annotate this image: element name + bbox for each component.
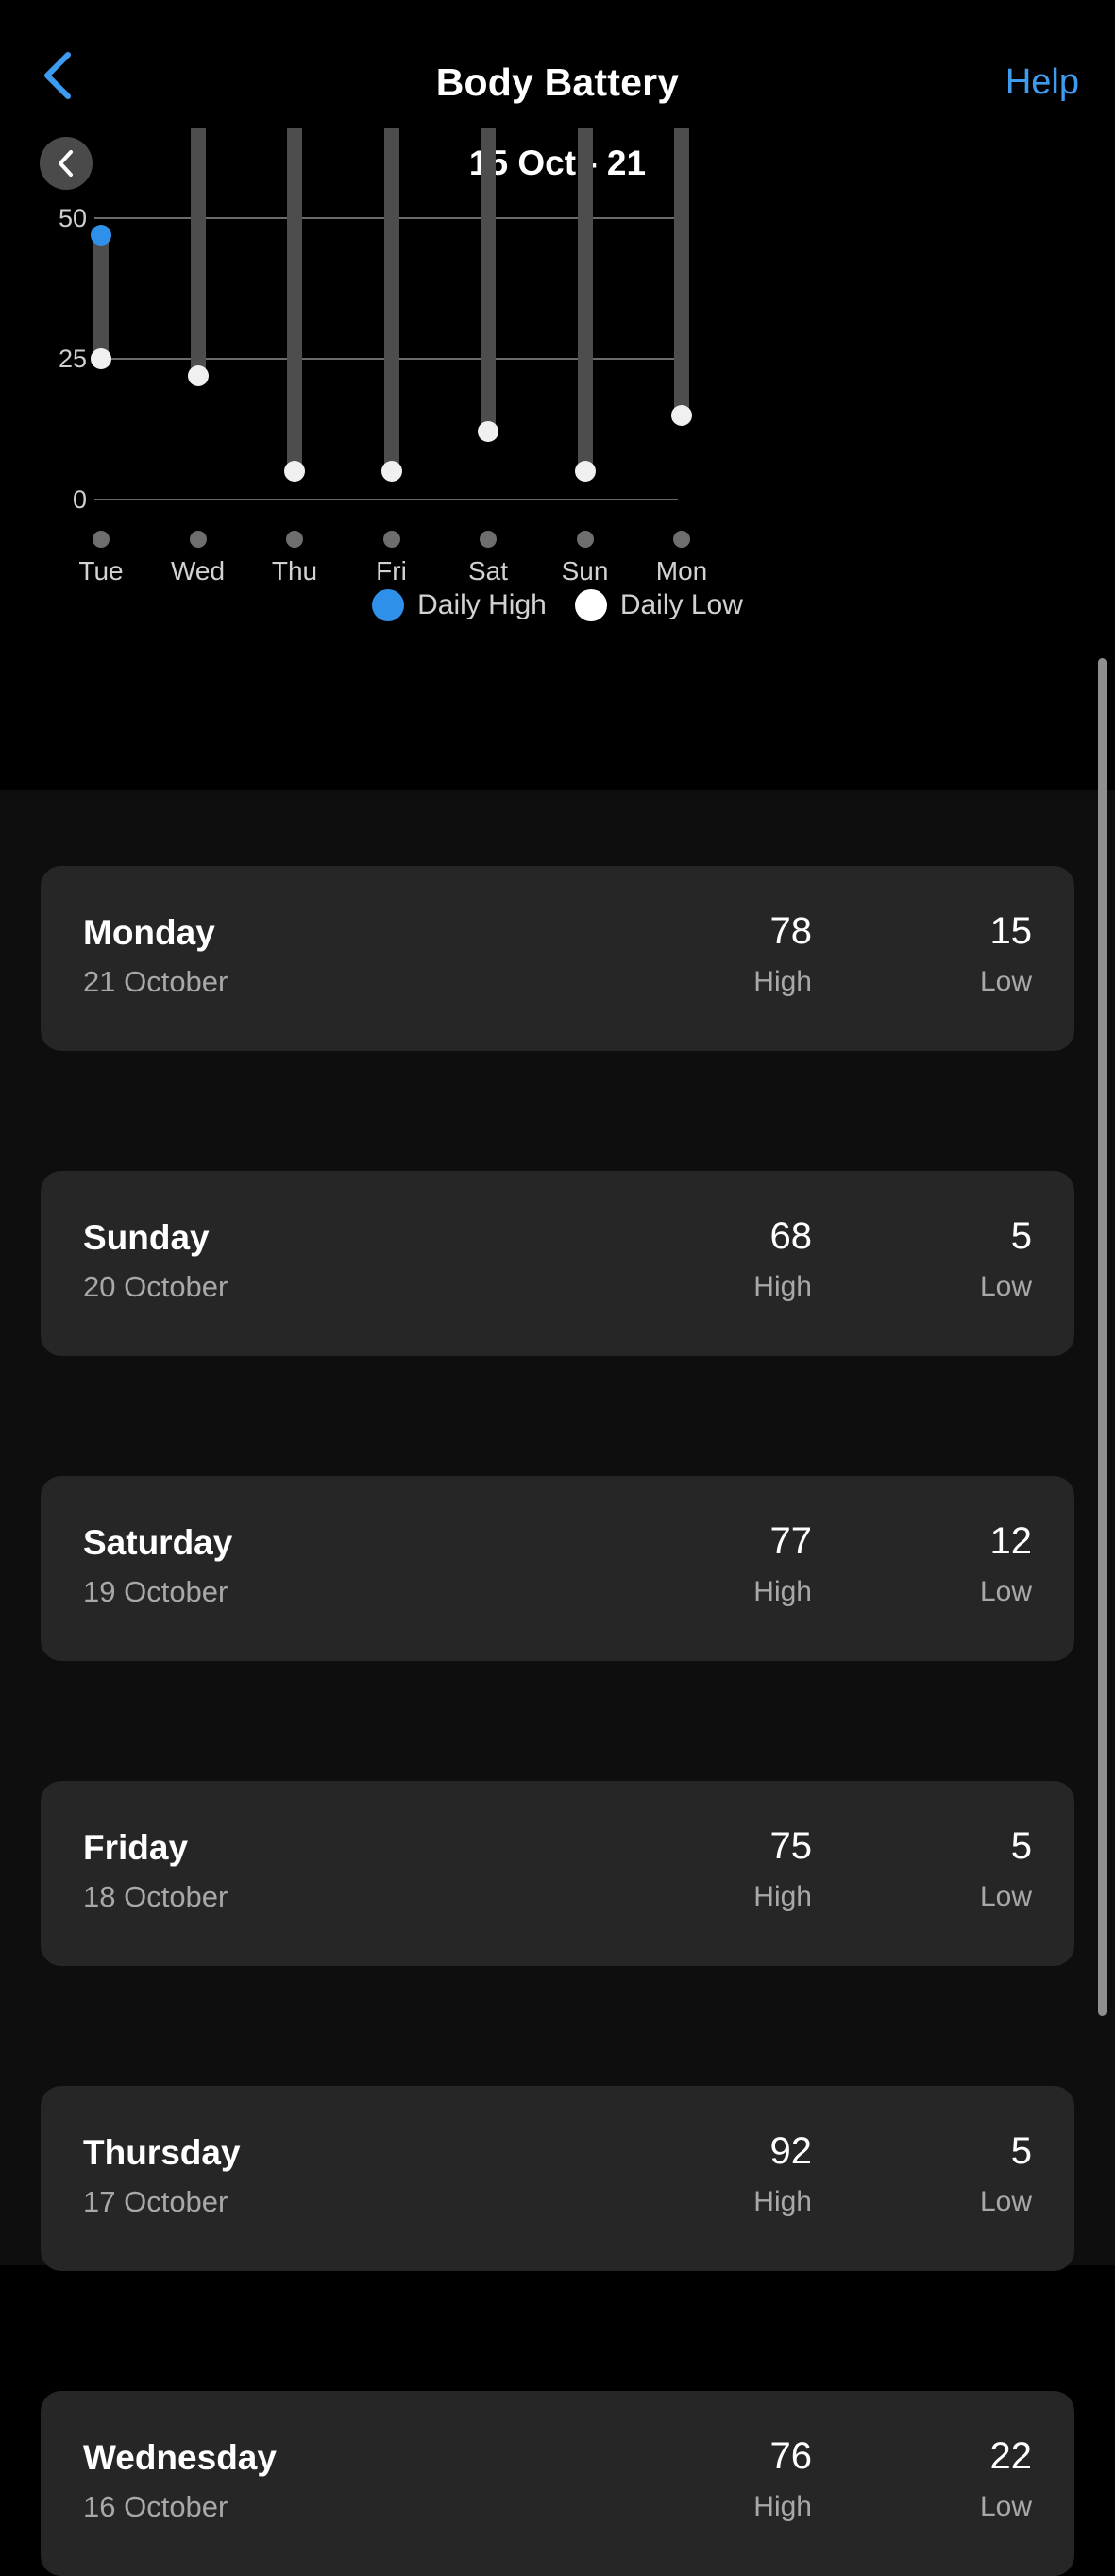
list-item-high-metric: 92 High: [623, 2128, 812, 2220]
list-item-day: Saturday: [83, 1523, 233, 1562]
page-title: Body Battery: [435, 60, 680, 104]
y-axis-tick-25: 25: [58, 345, 87, 373]
list-item-low-metric: 15 Low: [843, 908, 1032, 1000]
list-item-date: 16 October: [83, 2490, 228, 2523]
list-item-date: 19 October: [83, 1575, 228, 1608]
x-axis-dot-thu: [286, 531, 303, 548]
gridline-0: [94, 499, 678, 500]
chart-section: 15 Oct - 21 0 25 50 Tue Wed Thu Fri Sat Sun Mon …: [0, 121, 1115, 790]
list-item-high-metric: 76 High: [623, 2433, 812, 2525]
chart-bar-mon[interactable]: [674, 128, 689, 415]
list-item-high-label: High: [753, 966, 812, 997]
daily-high-swatch-icon: [372, 589, 405, 621]
daily-low-marker-wed: [187, 364, 209, 386]
list-item-low-value: 5: [1010, 1825, 1032, 1867]
list-item-high-label: High: [753, 1271, 812, 1302]
list-item-high-metric: 75 High: [623, 1823, 812, 1915]
list-item-high-value: 92: [769, 2130, 813, 2172]
list-item-low-label: Low: [979, 1576, 1032, 1607]
list-item-low-metric: 5 Low: [843, 1823, 1032, 1915]
list-item-low-label: Low: [979, 1271, 1032, 1302]
list-item[interactable]: Sunday 20 October 68 High 5 Low: [41, 1171, 1074, 1356]
list-item-date: 18 October: [83, 1880, 228, 1913]
list-item-high-metric: 77 High: [623, 1518, 812, 1610]
legend-label-daily-high: Daily High: [417, 589, 547, 620]
list-item[interactable]: Friday 18 October 75 High 5 Low: [41, 1781, 1074, 1966]
list-item[interactable]: Wednesday 16 October 76 High 22 Low: [41, 2391, 1074, 2576]
list-item-date: 20 October: [83, 1270, 228, 1303]
daily-high-marker-tue: [91, 224, 111, 246]
daily-low-marker-fri: [380, 461, 402, 483]
x-axis-label-mon: Mon: [655, 556, 708, 585]
list-item-low-metric: 12 Low: [843, 1518, 1032, 1610]
week-range-label: 15 Oct - 21: [468, 144, 647, 182]
list-item-date: 17 October: [83, 2185, 228, 2218]
list-item-day: Thursday: [83, 2133, 241, 2172]
list-item-high-metric: 68 High: [623, 1213, 812, 1305]
daily-low-marker-thu: [284, 461, 305, 483]
list-item-high-value: 78: [769, 910, 813, 952]
vertical-scrollbar[interactable]: [1098, 658, 1107, 2016]
list-item-low-metric: 5 Low: [843, 2128, 1032, 2220]
list-item-high-value: 77: [769, 1520, 813, 1562]
list-item-high-value: 75: [769, 1825, 813, 1867]
chart-bar-tue[interactable]: [93, 234, 109, 359]
daily-low-marker-mon: [671, 404, 692, 426]
list-item-low-value: 22: [989, 2435, 1033, 2477]
list-item-high-label: High: [753, 2186, 812, 2217]
x-axis-dot-fri: [382, 531, 400, 548]
chart-bar-fri[interactable]: [383, 128, 399, 472]
list-item[interactable]: Saturday 19 October 77 High 12 Low: [41, 1476, 1074, 1661]
list-item-high-value: 76: [769, 2435, 813, 2477]
list-item-low-label: Low: [979, 2186, 1032, 2217]
list-item[interactable]: Monday 21 October 78 High 15 Low: [41, 866, 1074, 1051]
x-axis-dot-sun: [576, 531, 594, 548]
daily-low-swatch-icon: [574, 589, 607, 621]
legend-item-daily-high: Daily High: [372, 588, 547, 622]
list-item-high-label: High: [753, 1576, 812, 1607]
daily-summary-list: Monday 21 October 78 High 15 Low Sunday 20 Octo…: [0, 790, 1115, 2576]
list-item-low-label: Low: [979, 2491, 1032, 2522]
daily-low-marker-sun: [574, 461, 596, 483]
chart-bar-thu[interactable]: [287, 128, 302, 472]
list-item[interactable]: Thursday 17 October 92 High 5 Low: [41, 2086, 1074, 2271]
daily-low-marker-tue: [91, 348, 111, 369]
list-item-low-metric: 22 Low: [843, 2433, 1032, 2525]
body-battery-chart[interactable]: 0 25 50: [0, 128, 1115, 514]
chart-legend: Daily High Daily Low: [0, 588, 1115, 622]
list-item-high-label: High: [753, 1881, 812, 1912]
list-item-low-value: 12: [989, 1520, 1033, 1562]
legend-label-daily-low: Daily Low: [619, 589, 743, 620]
y-axis-tick-50: 50: [58, 204, 87, 232]
x-axis-dot-sat: [480, 531, 497, 548]
list-item-low-value: 5: [1010, 1215, 1032, 1257]
list-item-high-value: 68: [769, 1215, 813, 1257]
chart-bar-sat[interactable]: [481, 128, 496, 432]
list-item-day: Friday: [83, 1828, 189, 1867]
y-axis-tick-0: 0: [72, 485, 87, 514]
list-item-high-label: High: [753, 2491, 812, 2522]
list-item-low-value: 5: [1010, 2130, 1032, 2172]
x-axis-dot-tue: [93, 531, 110, 548]
list-item-date: 21 October: [83, 965, 228, 998]
list-item-high-metric: 78 High: [623, 908, 812, 1000]
x-axis-dot-wed: [189, 531, 207, 548]
x-axis-dot-mon: [673, 531, 690, 548]
daily-low-marker-sat: [478, 421, 498, 443]
list-item-low-value: 15: [989, 910, 1033, 952]
list-item-day: Sunday: [83, 1218, 210, 1257]
chart-bar-sun[interactable]: [577, 128, 593, 472]
list-item-day: Monday: [83, 913, 215, 952]
week-navigation: 15 Oct - 21: [0, 121, 1115, 225]
legend-item-daily-low: Daily Low: [574, 588, 743, 622]
list-item-low-label: Low: [979, 1881, 1032, 1912]
chart-x-axis: Tue Wed Thu Fri Sat Sun Mon: [0, 517, 1115, 593]
list-item-low-metric: 5 Low: [843, 1213, 1032, 1305]
top-navigation-bar: Body Battery Help: [0, 0, 1115, 121]
help-link[interactable]: Help: [1005, 59, 1079, 105]
list-item-low-label: Low: [979, 966, 1032, 997]
chart-bar-wed[interactable]: [190, 128, 206, 376]
list-item-day: Wednesday: [83, 2438, 277, 2477]
